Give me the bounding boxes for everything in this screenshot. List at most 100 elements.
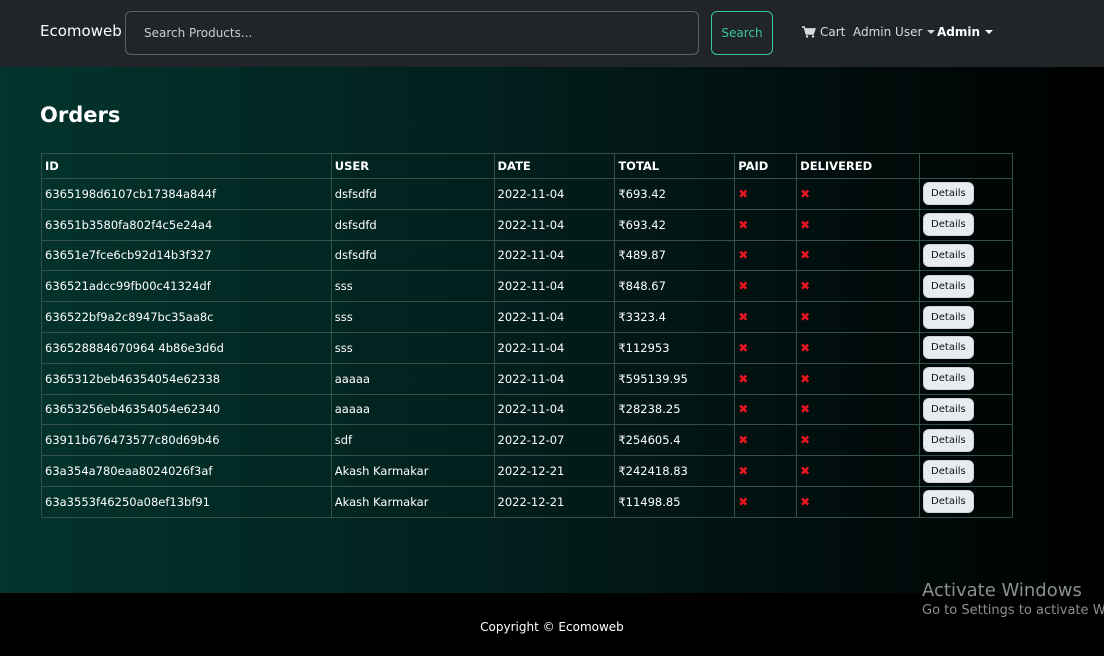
order-user-cell: sss (334, 279, 353, 294)
order-actions-cell: Details (919, 424, 1013, 457)
order-user-cell: aaaaa (334, 371, 370, 386)
paid-status-cell: ✖ (734, 393, 798, 426)
paid-status-cell: ✖ (734, 301, 798, 333)
table-row: 63911b676473577c80d69b46 sdf 2022-12-07 ₹25… (41, 424, 1013, 457)
order-details-button[interactable]: Details (923, 459, 974, 483)
order-actions-cell: Details (919, 239, 1013, 272)
paid-status-x-icon: ✖ (738, 402, 749, 417)
order-total-cell: ₹28238.25 (618, 402, 681, 417)
order-user-cell: Akash Karmakar (334, 494, 429, 509)
cart-icon (802, 26, 816, 38)
order-details-button[interactable]: Details (923, 490, 974, 514)
paid-status-x-icon: ✖ (738, 464, 749, 479)
order-actions-cell: Details (919, 393, 1013, 426)
paid-status-cell: ✖ (734, 455, 798, 487)
table-row: 6365198d6107cb17384a844f dsfsdfd 2022-11-0… (41, 178, 1013, 210)
order-id-cell: 636521adcc99fb00c41324df (45, 279, 211, 294)
paid-status-x-icon: ✖ (738, 433, 749, 448)
table-row: 63a3553f46250a08ef13bf91 Akash Karmakar 20… (41, 485, 1013, 518)
delivered-status-cell: ✖ (796, 270, 921, 303)
user-dropdown[interactable]: Admin User (853, 25, 936, 39)
brand-link[interactable]: Ecomoweb (40, 22, 122, 40)
delivered-status-x-icon: ✖ (800, 217, 811, 232)
delivered-status-x-icon: ✖ (800, 340, 811, 355)
order-total-cell: ₹28238.25 (614, 393, 736, 426)
order-total-cell: ₹3323.4 (618, 310, 666, 325)
order-id-cell: 63a354a780eaa8024026f3af (45, 464, 213, 479)
order-user-cell: aaaaa (330, 393, 495, 426)
paid-status-cell: ✖ (734, 424, 798, 457)
order-date-cell: 2022-11-04 (497, 217, 565, 232)
order-total-cell: ₹693.42 (614, 208, 736, 241)
order-id-cell: 63653256eb46354054e62340 (45, 402, 221, 417)
order-details-button[interactable]: Details (923, 243, 974, 267)
order-details-button[interactable]: Details (923, 367, 974, 391)
admin-dropdown-label: Admin (937, 25, 981, 39)
header-user: USER (330, 153, 495, 179)
order-date-cell: 2022-11-04 (497, 279, 565, 294)
order-date-cell: 2022-12-07 (493, 424, 616, 457)
order-user-cell: sss (330, 270, 495, 303)
order-user-cell: dsfsdfd (334, 186, 377, 201)
delivered-status-cell: ✖ (796, 455, 921, 487)
order-user-cell: dsfsdfd (334, 248, 377, 263)
order-details-button[interactable]: Details (923, 428, 974, 452)
table-row: 636521adcc99fb00c41324df sss 2022-11-04 ₹84… (41, 270, 1013, 303)
delivered-status-cell: ✖ (796, 301, 921, 333)
delivered-status-cell: ✖ (796, 239, 921, 272)
search-button[interactable]: Search (711, 11, 773, 55)
order-total-cell: ₹11498.85 (618, 494, 681, 509)
order-total-cell: ₹254605.4 (614, 424, 736, 457)
delivered-status-cell: ✖ (796, 485, 921, 518)
order-details-button[interactable]: Details (923, 274, 974, 298)
order-date-cell: 2022-11-04 (497, 248, 565, 263)
order-actions-cell: Details (919, 485, 1013, 518)
order-details-button[interactable]: Details (923, 336, 974, 360)
paid-status-cell: ✖ (734, 485, 798, 518)
order-date-cell: 2022-12-21 (493, 455, 616, 487)
paid-status-x-icon: ✖ (738, 217, 749, 232)
paid-status-cell: ✖ (734, 208, 798, 241)
order-user-cell: aaaaa (334, 402, 370, 417)
order-actions-cell: Details (919, 178, 1013, 210)
paid-status-x-icon: ✖ (738, 340, 749, 355)
header-actions (919, 153, 1013, 179)
delivered-status-cell: ✖ (796, 178, 921, 210)
order-details-button[interactable]: Details (923, 305, 974, 329)
order-date-cell: 2022-11-04 (493, 393, 616, 426)
order-actions-cell: Details (919, 208, 1013, 241)
order-actions-cell: Details (919, 362, 1013, 395)
order-id-cell: 63651b3580fa802f4c5e24a4 (45, 217, 213, 232)
windows-activation-watermark: Activate Windows Go to Settings to activ… (922, 580, 1104, 618)
nav-cart-link[interactable]: Cart (802, 25, 845, 39)
order-details-button[interactable]: Details (923, 397, 974, 421)
order-id-cell: 636528884670964 4b86e3d6d (41, 331, 332, 364)
order-id-cell: 63a3553f46250a08ef13bf91 (41, 485, 332, 518)
admin-dropdown[interactable]: Admin (937, 25, 994, 39)
order-details-button[interactable]: Details (923, 213, 974, 237)
order-user-cell: dsfsdfd (330, 239, 495, 272)
delivered-status-x-icon: ✖ (800, 433, 811, 448)
search-input[interactable] (125, 11, 699, 55)
order-user-cell: sss (334, 310, 353, 325)
watermark-subtitle: Go to Settings to activate Windows. (922, 603, 1104, 618)
order-total-cell: ₹693.42 (618, 217, 666, 232)
navbar: Ecomoweb Search Cart Admin User Admin (0, 0, 1104, 67)
order-total-cell: ₹848.67 (618, 279, 666, 294)
table-row: 63651b3580fa802f4c5e24a4 dsfsdfd 2022-11-0… (41, 208, 1013, 241)
chevron-down-icon (985, 30, 994, 34)
order-date-cell: 2022-12-21 (497, 464, 565, 479)
order-details-button[interactable]: Details (923, 182, 974, 206)
order-id-cell: 6365198d6107cb17384a844f (45, 186, 217, 201)
order-id-cell: 63651b3580fa802f4c5e24a4 (41, 208, 332, 241)
paid-status-cell: ✖ (734, 178, 798, 210)
delivered-status-x-icon: ✖ (800, 371, 811, 386)
delivered-status-x-icon: ✖ (800, 494, 811, 509)
order-id-cell: 636522bf9a2c8947bc35aa8c (41, 301, 332, 333)
order-id-cell: 63a354a780eaa8024026f3af (41, 455, 332, 487)
main-content: Orders ID USER DATE TOTAL PAID DELIVERED… (0, 67, 1104, 593)
delivered-status-cell: ✖ (796, 362, 921, 395)
delivered-status-x-icon: ✖ (800, 402, 811, 417)
table-row: 6365312beb46354054e62338 aaaaa 2022-11-04 ₹… (41, 362, 1013, 395)
copyright-text: Copyright © Ecomoweb (480, 620, 624, 634)
